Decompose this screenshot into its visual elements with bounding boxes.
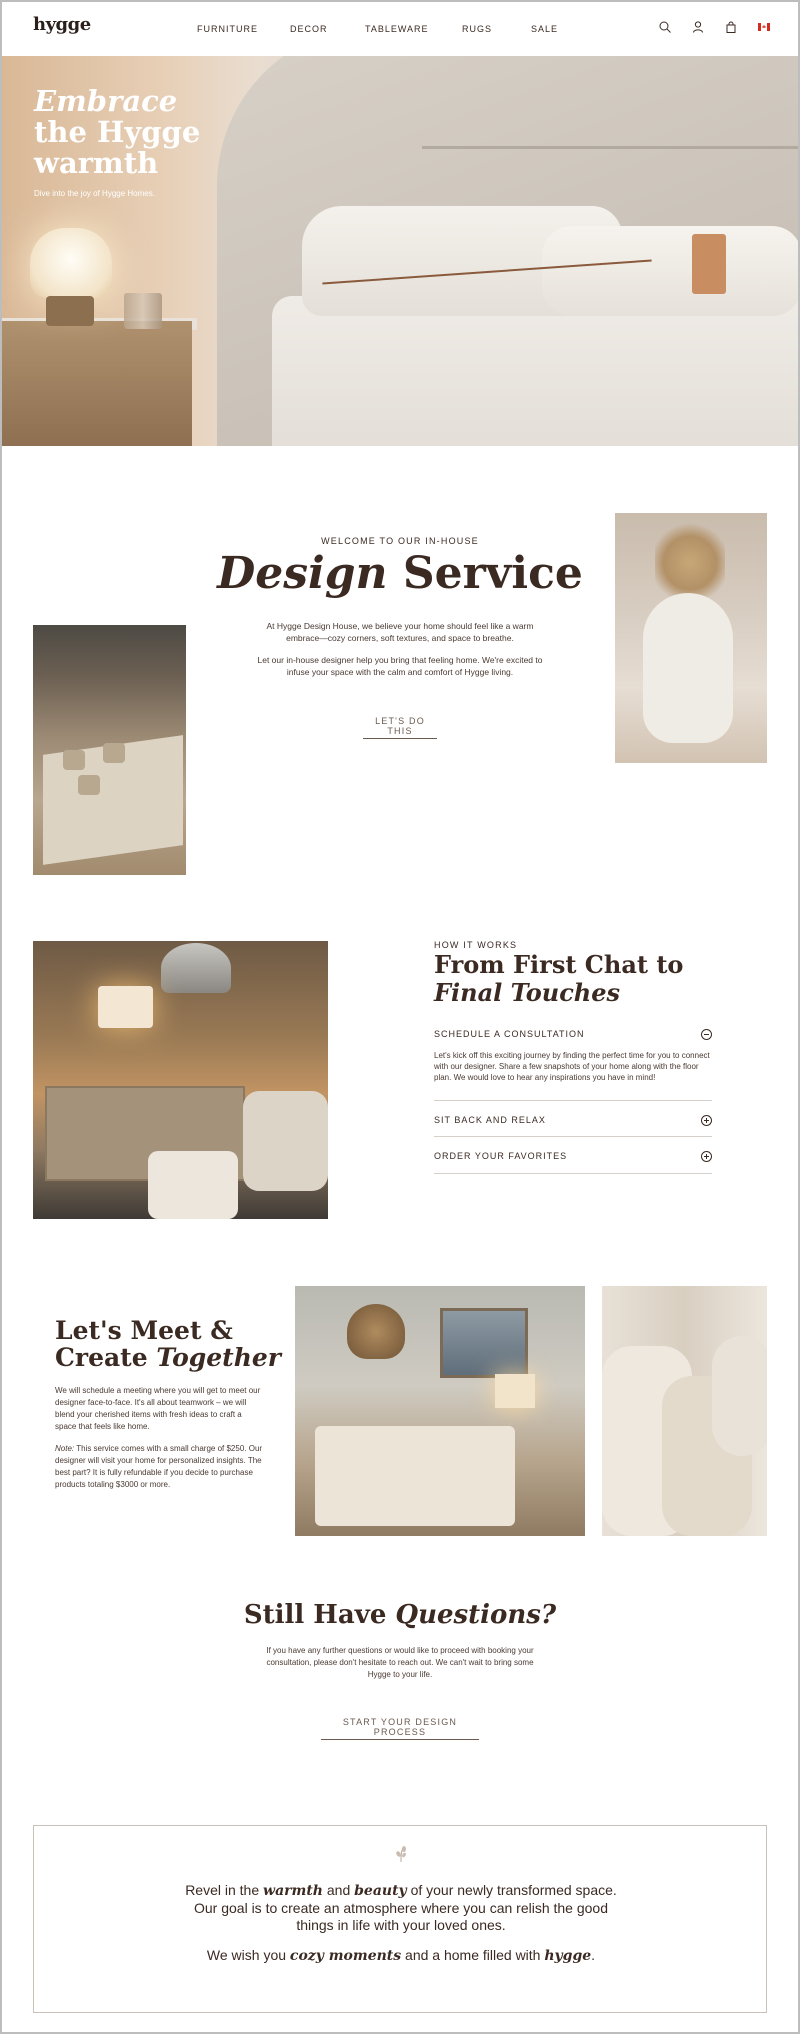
photo-floor-lamp bbox=[495, 1374, 535, 1408]
photo-pouf bbox=[148, 1151, 238, 1219]
user-icon[interactable] bbox=[690, 19, 706, 35]
questions-title: Still Have Questions? bbox=[0, 1600, 800, 1630]
photo-dried-grass bbox=[655, 523, 725, 603]
designer-hands-photo bbox=[33, 625, 186, 875]
accordion-label: SCHEDULE A CONSULTATION bbox=[434, 1029, 585, 1039]
quote-text: Revel in the bbox=[185, 1882, 264, 1898]
how-it-works-title: From First Chat to Final Touches bbox=[434, 951, 683, 1007]
questions-title-italic: Questions? bbox=[395, 1600, 557, 1630]
quote-emphasis: hygge bbox=[544, 1948, 592, 1964]
photo-chair bbox=[243, 1091, 328, 1191]
site-header: hygge FURNITURE DECOR TABLEWARE RUGS SAL… bbox=[2, 2, 798, 56]
design-service-title-italic: Design bbox=[217, 548, 388, 599]
accordion-item-schedule[interactable]: SCHEDULE A CONSULTATION Let's kick off t… bbox=[434, 1027, 712, 1083]
hero-subtitle: Dive into the joy of Hygge Homes. bbox=[34, 189, 155, 198]
meet-para: We will schedule a meeting where you wil… bbox=[55, 1386, 261, 1431]
meet-title-italic: Together bbox=[156, 1343, 281, 1372]
meet-title: Let's Meet & Create Together bbox=[55, 1317, 281, 1371]
divider bbox=[434, 1136, 712, 1137]
nav-tableware[interactable]: TABLEWARE bbox=[365, 24, 445, 34]
hero-title: Embrace the Hygge warmth bbox=[34, 86, 200, 179]
nav-sale[interactable]: SALE bbox=[531, 24, 558, 34]
photo-rattan-pendant bbox=[347, 1304, 405, 1359]
photo-cup bbox=[63, 750, 85, 770]
hero-nightstand bbox=[2, 321, 192, 446]
accordion-item-order[interactable]: ORDER YOUR FAVORITES bbox=[434, 1149, 712, 1163]
bag-icon[interactable] bbox=[723, 19, 739, 35]
hero-leather-tab bbox=[692, 234, 726, 294]
lets-do-this-link[interactable]: LET'S DO THIS bbox=[363, 716, 437, 739]
quote-text: . bbox=[591, 1947, 596, 1963]
photo-table-lamp bbox=[98, 986, 153, 1028]
questions-title-plain: Still Have bbox=[243, 1600, 396, 1630]
note-text: This service comes with a small charge o… bbox=[55, 1444, 263, 1489]
search-icon[interactable] bbox=[657, 19, 673, 35]
design-service-para: At Hygge Design House, we believe your h… bbox=[266, 621, 534, 643]
quote-text: and bbox=[322, 1882, 355, 1898]
logo[interactable]: hygge bbox=[33, 14, 91, 35]
photo-bed bbox=[315, 1426, 515, 1526]
photo-vase bbox=[643, 593, 733, 743]
hero-pillow bbox=[542, 226, 798, 316]
sprig-icon bbox=[396, 1846, 406, 1862]
hero-banner: Embrace the Hygge warmth Dive into the j… bbox=[2, 56, 798, 446]
closing-quote-box: Revel in the warmth and beauty of your n… bbox=[33, 1825, 767, 2013]
design-service-para: Let our in-house designer help you bring… bbox=[257, 655, 543, 677]
accordion-label: ORDER YOUR FAVORITES bbox=[434, 1151, 568, 1161]
closing-quote: Revel in the warmth and beauty of your n… bbox=[174, 1882, 628, 1934]
hero-title-line: Embrace bbox=[34, 84, 178, 118]
expand-plus-icon[interactable] bbox=[701, 1150, 712, 1162]
hero-lamp-base bbox=[46, 296, 94, 326]
hero-title-line: warmth bbox=[34, 146, 159, 180]
quote-text: We wish you bbox=[206, 1947, 290, 1963]
hero-glass bbox=[124, 293, 162, 329]
nav-rugs[interactable]: RUGS bbox=[462, 24, 492, 34]
canada-flag-icon[interactable] bbox=[756, 19, 772, 35]
hero-title-line: the Hygge bbox=[34, 115, 201, 149]
note-label: Note: bbox=[55, 1444, 75, 1453]
quote-emphasis: cozy moments bbox=[289, 1948, 402, 1964]
divider bbox=[434, 1100, 712, 1101]
closing-wish: We wish you cozy moments and a home fill… bbox=[174, 1947, 628, 1964]
pillows-photo bbox=[602, 1286, 767, 1536]
vase-photo bbox=[615, 513, 767, 763]
accordion-label: SIT BACK AND RELAX bbox=[434, 1115, 546, 1125]
divider bbox=[434, 1173, 712, 1174]
hero-lamp bbox=[30, 228, 112, 298]
start-design-process-link[interactable]: START YOUR DESIGN PROCESS bbox=[321, 1717, 479, 1740]
nav-decor[interactable]: DECOR bbox=[290, 24, 328, 34]
how-it-works-title-line: From First Chat to bbox=[434, 950, 684, 979]
how-it-works-eyebrow: HOW IT WORKS bbox=[434, 940, 518, 950]
how-it-works-title-line: Final Touches bbox=[434, 978, 621, 1007]
meet-title-line: Create bbox=[55, 1343, 157, 1372]
photo-pillow bbox=[712, 1336, 767, 1456]
photo-cup bbox=[103, 743, 125, 763]
accordion-item-relax[interactable]: SIT BACK AND RELAX bbox=[434, 1113, 712, 1127]
meet-title-line: Let's Meet & bbox=[55, 1316, 233, 1345]
photo-wall-art bbox=[440, 1308, 528, 1378]
design-service-title-rest: Service bbox=[402, 548, 583, 599]
bedroom-photo bbox=[295, 1286, 585, 1536]
living-room-photo bbox=[33, 941, 328, 1219]
hero-headboard-seam bbox=[422, 146, 798, 149]
quote-emphasis: warmth bbox=[263, 1883, 323, 1899]
quote-text: and a home filled with bbox=[401, 1947, 545, 1963]
photo-cup bbox=[78, 775, 100, 795]
photo-pendant-lamp bbox=[161, 943, 231, 993]
expand-plus-icon[interactable] bbox=[701, 1114, 712, 1126]
collapse-minus-icon[interactable] bbox=[701, 1028, 712, 1040]
nav-furniture[interactable]: FURNITURE bbox=[197, 24, 258, 34]
accordion-body: Let's kick off this exciting journey by … bbox=[434, 1051, 710, 1082]
quote-emphasis: beauty bbox=[354, 1883, 407, 1899]
meet-note: Note: This service comes with a small ch… bbox=[55, 1443, 265, 1491]
questions-para: If you have any further questions or wou… bbox=[266, 1646, 534, 1679]
hero-bed bbox=[272, 296, 798, 446]
